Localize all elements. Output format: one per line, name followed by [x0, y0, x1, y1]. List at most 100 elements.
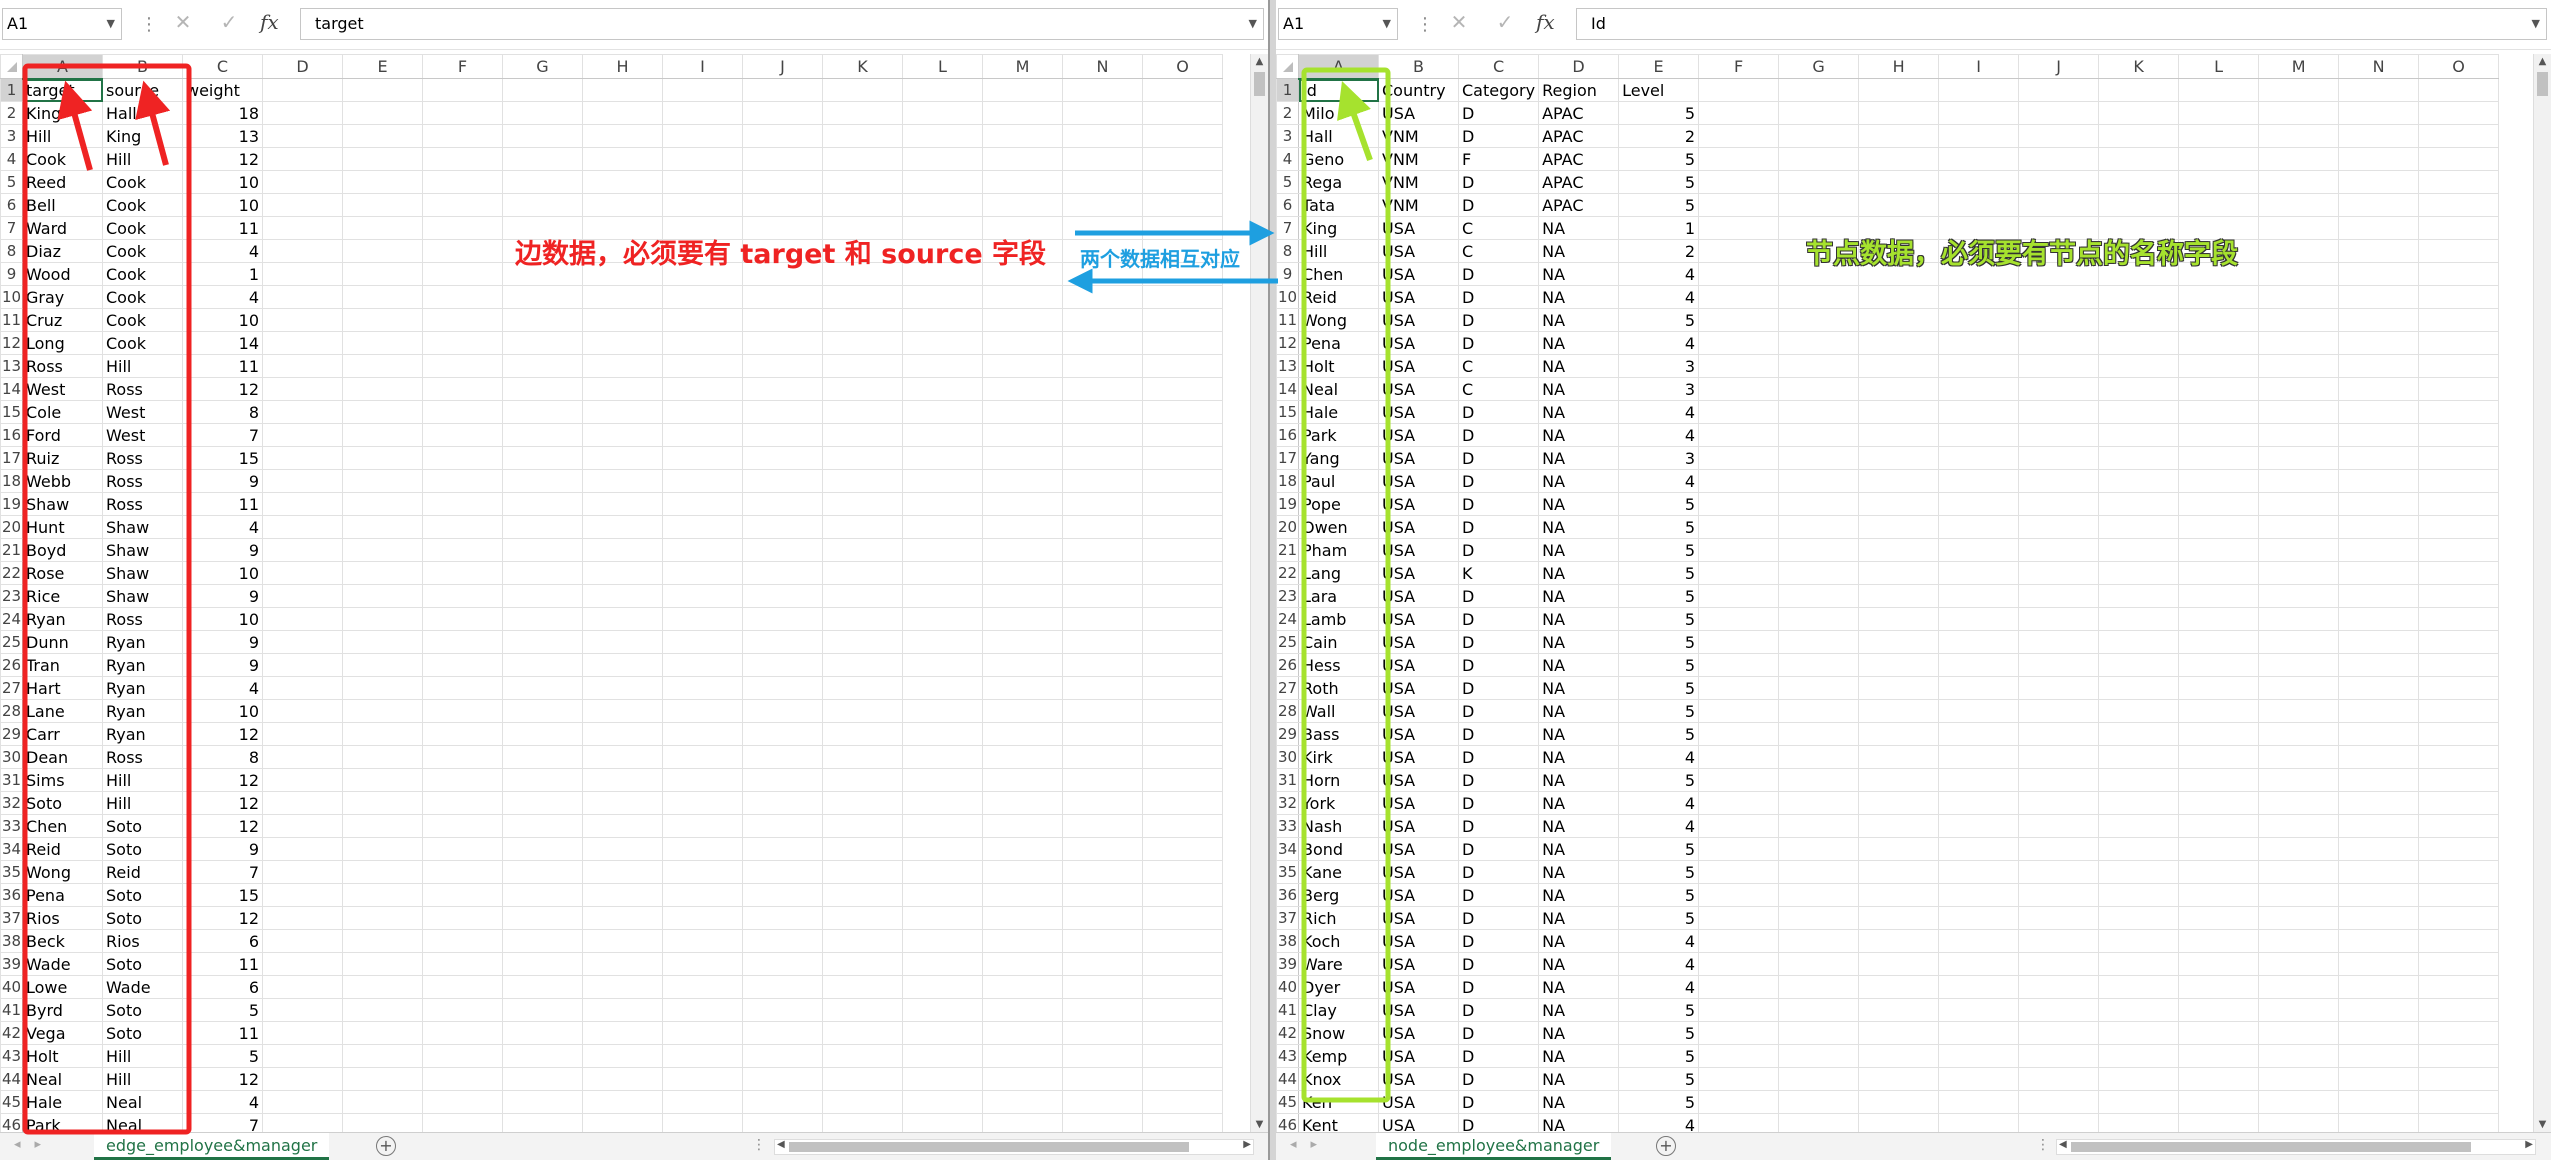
cell-c[interactable]: D [1457, 883, 1540, 907]
cell-f[interactable] [422, 101, 503, 125]
scroll-right-icon[interactable]: ▶ [2525, 1139, 2533, 1150]
cell-i[interactable] [662, 630, 743, 654]
cell-l[interactable] [902, 906, 983, 930]
cell-f[interactable] [422, 1044, 503, 1068]
cell-k[interactable] [822, 331, 903, 355]
horizontal-scrollbar[interactable]: ◀ ▶ [774, 1139, 1254, 1155]
cell-a[interactable]: Horn [1298, 768, 1379, 792]
cell-k[interactable] [2098, 170, 2180, 194]
cell-m[interactable] [2258, 1067, 2340, 1091]
cell-l[interactable] [2178, 377, 2260, 401]
cell-c[interactable]: D [1457, 446, 1540, 470]
cell-d[interactable]: NA [1538, 446, 1620, 470]
chevron-down-icon[interactable]: ▼ [107, 9, 115, 39]
cell-m[interactable] [2258, 722, 2340, 746]
cell-k[interactable] [822, 377, 903, 401]
cell-b[interactable]: USA [1378, 469, 1459, 493]
cell-l[interactable] [2178, 883, 2260, 907]
cell-i[interactable] [1938, 952, 2020, 976]
cell-d[interactable]: Region [1538, 78, 1620, 102]
cell-n[interactable] [1062, 446, 1143, 470]
cell-m[interactable] [2258, 354, 2340, 378]
cell-h[interactable] [1858, 814, 1940, 838]
cell-g[interactable] [502, 975, 583, 999]
cell-o[interactable] [2418, 791, 2500, 815]
cell-h[interactable] [582, 308, 663, 332]
cell-g[interactable] [1778, 400, 1860, 424]
cell-n[interactable] [1062, 147, 1143, 171]
cell-h[interactable] [582, 101, 663, 125]
cell-f[interactable] [1698, 124, 1780, 148]
cell-n[interactable] [1062, 423, 1143, 447]
cell-l[interactable] [902, 1113, 983, 1132]
column-header-n[interactable]: N [1062, 54, 1143, 79]
cell-f[interactable] [1698, 975, 1780, 999]
cell-d[interactable] [262, 630, 343, 654]
cell-c[interactable]: D [1457, 400, 1540, 424]
scroll-thumb[interactable] [789, 1142, 1189, 1152]
cell-a[interactable]: Rich [1298, 906, 1379, 930]
cell-c[interactable]: 11 [182, 354, 263, 378]
cell-n[interactable] [2338, 1044, 2420, 1068]
cell-f[interactable] [1698, 676, 1780, 700]
scroll-thumb[interactable] [2071, 1142, 2471, 1152]
cell-c[interactable]: 9 [182, 584, 263, 608]
cell-o[interactable] [1142, 538, 1223, 562]
cell-c[interactable]: 12 [182, 1067, 263, 1091]
cell-k[interactable] [2098, 630, 2180, 654]
cell-m[interactable] [982, 768, 1063, 792]
cell-n[interactable] [2338, 883, 2420, 907]
cell-f[interactable] [422, 883, 503, 907]
cell-h[interactable] [582, 423, 663, 447]
cell-n[interactable] [2338, 423, 2420, 447]
cell-e[interactable] [342, 975, 423, 999]
cell-g[interactable] [1778, 975, 1860, 999]
cell-l[interactable] [2178, 860, 2260, 884]
row-header[interactable]: 26 [0, 653, 23, 677]
cell-d[interactable] [262, 607, 343, 631]
cell-n[interactable] [1062, 722, 1143, 746]
pane-divider[interactable] [1268, 0, 1276, 1160]
cell-m[interactable] [2258, 446, 2340, 470]
row-header[interactable]: 18 [1276, 469, 1299, 493]
cell-i[interactable] [1938, 1113, 2020, 1132]
cell-m[interactable] [2258, 676, 2340, 700]
cell-h[interactable] [1858, 354, 1940, 378]
cell-j[interactable] [2018, 676, 2100, 700]
cell-b[interactable]: Neal [102, 1090, 183, 1114]
cell-o[interactable] [2418, 561, 2500, 585]
cell-e[interactable]: 5 [1618, 998, 1700, 1022]
cell-l[interactable] [2178, 285, 2260, 309]
cell-j[interactable] [2018, 952, 2100, 976]
cell-d[interactable] [262, 101, 343, 125]
cell-i[interactable] [662, 653, 743, 677]
select-all-icon[interactable] [1282, 61, 1293, 72]
cell-i[interactable] [662, 998, 743, 1022]
cell-i[interactable] [662, 860, 743, 884]
cell-o[interactable] [1142, 722, 1223, 746]
cell-m[interactable] [982, 354, 1063, 378]
cell-h[interactable] [582, 377, 663, 401]
cell-k[interactable] [2098, 400, 2180, 424]
cell-g[interactable] [502, 377, 583, 401]
cell-n[interactable] [1062, 791, 1143, 815]
cell-h[interactable] [1858, 791, 1940, 815]
cell-m[interactable] [982, 699, 1063, 723]
cell-m[interactable] [982, 101, 1063, 125]
cell-j[interactable] [2018, 745, 2100, 769]
cell-m[interactable] [2258, 515, 2340, 539]
cell-f[interactable] [422, 584, 503, 608]
cell-b[interactable]: USA [1378, 1090, 1459, 1114]
cell-i[interactable] [1938, 607, 2020, 631]
column-header-n[interactable]: N [2338, 54, 2420, 79]
cell-g[interactable] [1778, 515, 1860, 539]
cell-n[interactable] [1062, 676, 1143, 700]
cell-m[interactable] [982, 446, 1063, 470]
cell-d[interactable]: NA [1538, 308, 1620, 332]
cell-e[interactable]: 5 [1618, 308, 1700, 332]
cell-b[interactable]: VNM [1378, 170, 1459, 194]
cell-c[interactable]: 9 [182, 469, 263, 493]
cell-c[interactable]: D [1457, 814, 1540, 838]
row-header[interactable]: 39 [0, 952, 23, 976]
cell-g[interactable] [1778, 768, 1860, 792]
